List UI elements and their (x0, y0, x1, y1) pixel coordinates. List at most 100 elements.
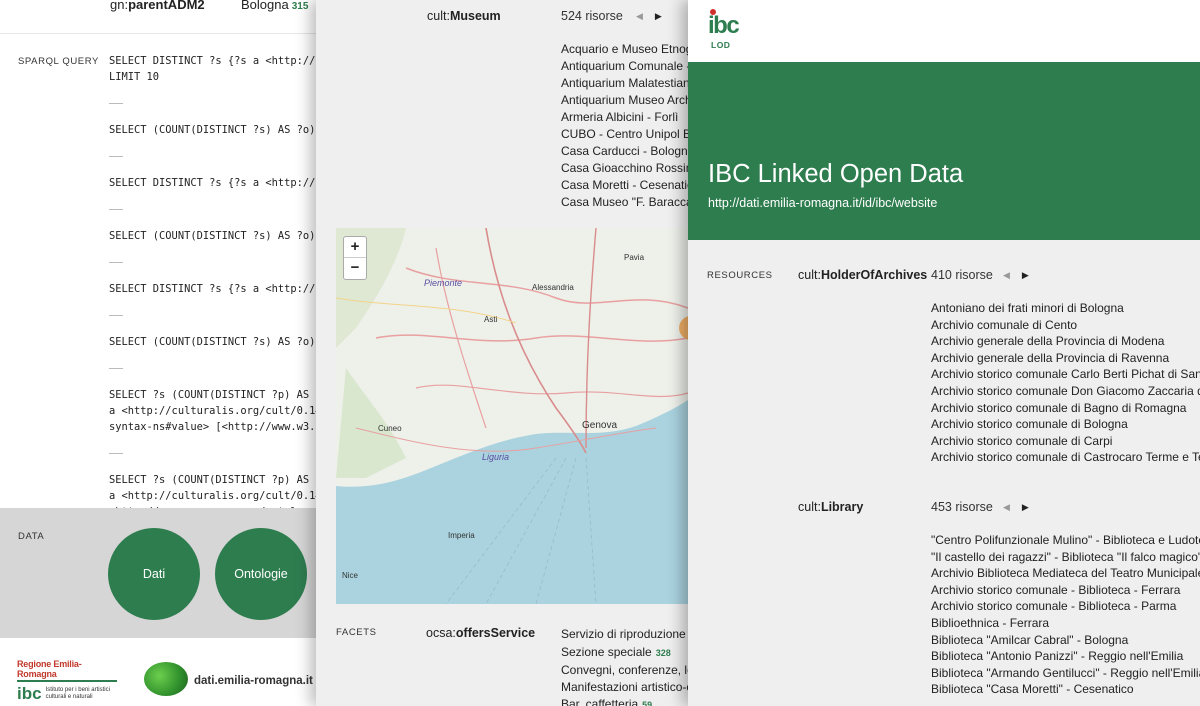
museum-list-item[interactable]: Armeria Albicini - Forlì (561, 109, 696, 126)
sparql-query[interactable]: SELECT (COUNT(DISTINCT ?s) AS ?o) { (109, 334, 324, 350)
sparql-query[interactable]: SELECT DISTINCT ?s {?s a <http://cu LIMI… (109, 53, 324, 85)
prev-page-icon[interactable]: ◀ (636, 11, 643, 21)
library-list-item[interactable]: Archivio Biblioteca Mediateca del Teatro… (931, 565, 1200, 582)
ontologie-button[interactable]: Ontologie (215, 528, 307, 620)
museum-list-item[interactable]: Casa Carducci - Bologna (561, 143, 696, 160)
museum-list-item[interactable]: Casa Gioacchino Rossini (561, 160, 696, 177)
archive-list-item[interactable]: Archivio storico comunale di Castrocaro … (931, 449, 1200, 466)
map[interactable]: Piemonte Asti Alessandria Pavia Cuneo Ge… (336, 228, 688, 604)
open-data-link[interactable]: dati.emilia-romagna.it (194, 675, 313, 687)
archives-pager: ◀ ▶ (1003, 270, 1029, 281)
map-tiles: Piemonte Asti Alessandria Pavia Cuneo Ge… (336, 228, 688, 604)
property-value[interactable]: Bologna 315 (241, 0, 308, 12)
query-divider (109, 103, 123, 104)
archive-list-item[interactable]: Archivio storico comunale di Carpi (931, 433, 1200, 450)
resources-section-label: RESOURCES (707, 270, 773, 281)
archive-list-item[interactable]: Archivio generale della Provincia di Rav… (931, 350, 1200, 367)
zoom-out-button[interactable]: − (344, 258, 366, 279)
facet-value-item[interactable]: Bar, caffetteria 59 (561, 696, 696, 706)
resource-count: 524 risorse (561, 9, 623, 23)
library-list-item[interactable]: Biblioteca "Armando Gentilucci" - Reggio… (931, 665, 1200, 682)
website-url[interactable]: http://dati.emilia-romagna.it/id/ibc/web… (708, 196, 937, 210)
museum-list-item[interactable]: Antiquarium Comunale - (561, 58, 696, 75)
facet-property-label: ocsa:offersService (426, 626, 536, 640)
divider (0, 33, 330, 34)
next-page-icon[interactable]: ▶ (655, 11, 662, 21)
sparql-query[interactable]: SELECT DISTINCT ?s {?s a <http://cu (109, 175, 324, 191)
library-list-item[interactable]: Biblioteca "Amilcar Cabral" - Bologna (931, 632, 1200, 649)
facet-value-label: Sezione speciale (561, 645, 652, 659)
museum-list-item[interactable]: Antiquarium Malatestiano (561, 75, 696, 92)
sparql-query[interactable]: SELECT DISTINCT ?s {?s a <http://cu (109, 281, 324, 297)
archive-list-item[interactable]: Archivio comunale di Cento (931, 317, 1200, 334)
facet-value-item[interactable]: Servizio di riproduzione7 (561, 626, 696, 644)
title-banner: IBC Linked Open Data http://dati.emilia-… (688, 62, 1200, 240)
library-list-item[interactable]: Biblioteca "Antonio Panizzi" - Reggio ne… (931, 648, 1200, 665)
value-count-badge: 315 (291, 1, 309, 12)
library-list-item[interactable]: Biblioteca "Casa Moretti" - Cesenatico (931, 681, 1200, 698)
map-label-nice: Nice (342, 571, 359, 580)
footer: Regione Emilia-Romagna ibc Istituto per … (0, 638, 330, 706)
facet-value-item[interactable]: Manifestazioni artistico-c (561, 679, 696, 696)
archive-list-item[interactable]: Archivio generale della Provincia di Mod… (931, 333, 1200, 350)
library-list: "Centro Polifunzionale Mulino" - Bibliot… (931, 532, 1200, 698)
archives-list: Antoniano dei frati minori di Bologna Arc… (931, 300, 1200, 466)
regione-emilia-romagna-logo[interactable]: Regione Emilia-Romagna ibc Istituto per … (17, 659, 117, 704)
archive-list-item[interactable]: Antoniano dei frati minori di Bologna (931, 300, 1200, 317)
map-label-pavia: Pavia (624, 253, 645, 262)
sparql-query-list: SELECT DISTINCT ?s {?s a <http://cu LIMI… (109, 53, 324, 538)
facet-value-label: Bar, caffetteria (561, 697, 639, 706)
sparql-query[interactable]: SELECT (COUNT(DISTINCT ?s) AS ?o) { (109, 122, 324, 138)
facet-value-label: Servizio di riproduzione (561, 627, 686, 641)
museum-panel: cult:Museum 524 risorse ◀ ▶ Acquario e Mu… (316, 0, 696, 706)
next-page-icon[interactable]: ▶ (1022, 270, 1029, 280)
map-zoom-control: + − (343, 236, 367, 280)
archive-list-item[interactable]: Archivio storico comunale Don Giacomo Za… (931, 383, 1200, 400)
map-label-alessandria: Alessandria (532, 283, 574, 292)
archive-list-item[interactable]: Archivio storico comunale di Bologna (931, 416, 1200, 433)
library-pager: ◀ ▶ (1003, 502, 1029, 513)
parent-adm-row: gn:parentADM2 Bologna 315 (0, 0, 330, 30)
library-list-item[interactable]: Archivio storico comunale - Biblioteca -… (931, 598, 1200, 615)
museum-pager: ◀ ▶ (636, 11, 662, 22)
facet-count-badge: 59 (642, 700, 653, 706)
library-list-item[interactable]: Biblioethnica - Ferrara (931, 615, 1200, 632)
facet-value-item[interactable]: Convegni, conferenze, lez (561, 662, 696, 679)
dati-button[interactable]: Dati (108, 528, 200, 620)
zoom-in-button[interactable]: + (344, 237, 366, 258)
prev-page-icon[interactable]: ◀ (1003, 502, 1010, 512)
archive-list-item[interactable]: Archivio storico comunale Carlo Berti Pi… (931, 366, 1200, 383)
museum-list-item[interactable]: Casa Moretti - Cesenatico (561, 177, 696, 194)
map-label-genova: Genova (582, 420, 617, 431)
data-section-label: DATA (18, 531, 45, 542)
facet-value-item[interactable]: Sezione speciale 328 (561, 644, 696, 662)
archive-list-item[interactable]: Archivio storico comunale di Bagno di Ro… (931, 400, 1200, 417)
page-title: IBC Linked Open Data (708, 160, 964, 188)
facet-count-badge: 328 (655, 648, 671, 658)
sparql-query[interactable]: SELECT (COUNT(DISTINCT ?s) AS ?o) { (109, 228, 324, 244)
sparql-section-label: SPARQL QUERY (18, 56, 99, 67)
prev-page-icon[interactable]: ◀ (1003, 270, 1010, 280)
query-divider (109, 315, 123, 316)
open-data-globe-icon (144, 662, 188, 696)
sparql-panel: gn:parentADM2 Bologna 315 SPARQL QUERY SE… (0, 0, 330, 706)
resource-count: 410 risorse (931, 268, 993, 282)
museum-list-item[interactable]: Antiquarium Museo Archeologico (561, 92, 696, 109)
facet-value-list: Servizio di riproduzione7Sezione special… (561, 626, 696, 706)
next-page-icon[interactable]: ▶ (1022, 502, 1029, 512)
sparql-query[interactable]: SELECT ?s (COUNT(DISTINCT ?p) AS ?c a <h… (109, 387, 324, 435)
query-divider (109, 262, 123, 263)
ibc-lod-logo[interactable]: ibc LOD (707, 8, 747, 54)
class-label-museum: cult:Museum (427, 9, 501, 23)
museum-list-item[interactable]: Acquario e Museo Etnografico (561, 41, 696, 58)
museum-list-item[interactable]: CUBO - Centro Unipol Bologna (561, 126, 696, 143)
resource-count: 453 risorse (931, 500, 993, 514)
library-list-item[interactable]: "Centro Polifunzionale Mulino" - Bibliot… (931, 532, 1200, 549)
map-label-liguria: Liguria (482, 452, 509, 462)
map-label-imperia: Imperia (448, 531, 475, 540)
query-divider (109, 156, 123, 157)
library-list-item[interactable]: "Il castello dei ragazzi" - Biblioteca "… (931, 549, 1200, 566)
library-list-item[interactable]: Archivio storico comunale - Biblioteca -… (931, 582, 1200, 599)
museum-list-item[interactable]: Casa Museo "F. Baracca" (561, 194, 696, 211)
class-label-library: cult:Library (798, 500, 864, 514)
